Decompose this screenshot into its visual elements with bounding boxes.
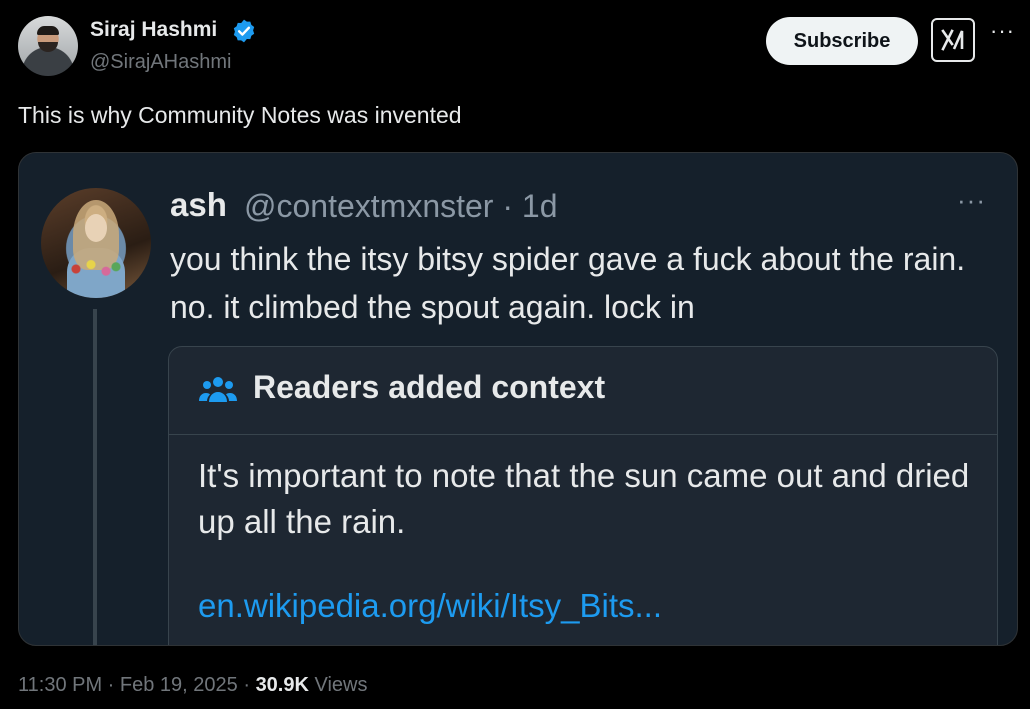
author-handle[interactable]: @SirajAHashmi [90, 51, 231, 74]
verified-badge-icon [233, 19, 255, 43]
tweet-text: This is why Community Notes was invented [18, 102, 462, 128]
more-icon[interactable]: ··· [990, 20, 1014, 48]
grok-icon[interactable] [931, 18, 975, 62]
quoted-author-avatar[interactable] [41, 188, 151, 298]
community-note: Readers added context It's important to … [168, 346, 998, 645]
tweet-time[interactable]: 11:30 PM [18, 674, 102, 696]
community-note-header: Readers added context [169, 347, 997, 435]
quoted-tweet-text: you think the itsy bitsy spider gave a f… [170, 241, 966, 325]
quoted-author-name[interactable]: ash [170, 186, 227, 224]
author-name[interactable]: Siraj Hashmi [90, 18, 217, 42]
tweet-meta: 11:30 PM · Feb 19, 2025 · 30.9K Views [18, 674, 368, 696]
author-avatar[interactable] [18, 16, 78, 76]
tweet-date[interactable]: Feb 19, 2025 [120, 674, 238, 696]
community-note-title: Readers added context [253, 369, 606, 405]
thread-line [93, 309, 97, 645]
quoted-tweet-card[interactable]: ash @contextmxnster · 1d ··· you think t… [18, 152, 1018, 646]
views-label: Views [314, 674, 368, 696]
community-note-body: It's important to note that the sun came… [198, 457, 970, 540]
subscribe-button[interactable]: Subscribe [766, 17, 918, 65]
views-count: 30.9K [255, 674, 309, 696]
people-icon [199, 377, 237, 402]
community-note-link[interactable]: en.wikipedia.org/wiki/Itsy_Bits... [198, 587, 662, 625]
quoted-more-icon[interactable]: ··· [957, 187, 986, 213]
grok-glyph-icon [941, 29, 964, 51]
quoted-handle-time[interactable]: @contextmxnster · 1d [244, 188, 557, 225]
